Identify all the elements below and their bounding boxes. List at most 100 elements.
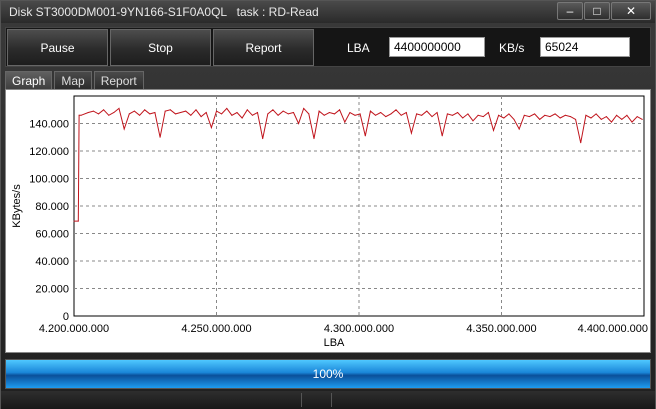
data-point [113, 112, 115, 113]
data-point [498, 114, 500, 116]
data-point [303, 107, 305, 109]
data-point [595, 113, 597, 115]
data-point [246, 109, 248, 111]
data-point [298, 123, 300, 124]
y-tick-label: 100.000 [29, 174, 69, 186]
progress-bar: 100% [5, 359, 651, 389]
minimize-button[interactable]: – [557, 2, 583, 20]
data-point [221, 113, 223, 115]
data-point [436, 112, 438, 113]
progress-label: 100% [312, 367, 344, 381]
data-point [513, 118, 515, 120]
status-bar [1, 391, 655, 409]
data-point [611, 121, 613, 123]
data-point [544, 114, 546, 116]
data-point [636, 116, 638, 118]
stop-button[interactable]: Stop [110, 29, 211, 66]
data-point [631, 121, 633, 123]
data-point [380, 112, 382, 113]
data-point [482, 116, 484, 118]
data-point [154, 112, 156, 113]
window-title: Disk ST3000DM001-9YN166-S1F0A0QL task : … [9, 5, 319, 19]
graph-panel: 0 20.000 40.000 60.000 80.000 100.000 120.000 1… [5, 89, 651, 353]
x-tick-label: 4.200.000.000 [39, 323, 109, 335]
data-point [421, 114, 423, 116]
data-point [292, 112, 294, 113]
data-point [395, 109, 397, 111]
y-tick-label: 0 [63, 311, 69, 323]
data-point [200, 116, 202, 118]
y-tick-label: 40.000 [35, 256, 69, 268]
app-window: Disk ST3000DM001-9YN166-S1F0A0QL task : … [0, 0, 656, 409]
data-point [621, 118, 623, 120]
data-point [118, 107, 120, 109]
data-point [133, 110, 135, 112]
x-axis-ticks: 4.200.000.000 4.250.000.000 4.300.000.000 4… [39, 323, 648, 335]
data-point [523, 114, 525, 116]
data-point [580, 142, 582, 144]
data-point [446, 113, 448, 115]
data-point [272, 109, 274, 111]
data-point [282, 110, 284, 112]
data-point [185, 110, 187, 112]
close-button[interactable]: ✕ [611, 2, 651, 20]
report-button[interactable]: Report [213, 29, 314, 66]
data-point [369, 110, 371, 112]
data-point [549, 116, 551, 118]
data-point [554, 113, 556, 115]
tab-report[interactable]: Report [93, 71, 144, 89]
data-point [123, 128, 125, 130]
data-point [139, 114, 141, 116]
tab-graph[interactable]: Graph [5, 71, 53, 90]
y-axis-label: KBytes/s [11, 184, 23, 228]
data-point [216, 110, 217, 112]
data-point [308, 113, 310, 115]
title-bar[interactable]: Disk ST3000DM001-9YN166-S1F0A0QL task : … [1, 1, 655, 23]
data-point [641, 118, 643, 120]
data-point [364, 135, 366, 137]
data-point [359, 113, 361, 115]
data-point [73, 220, 75, 222]
data-point [534, 113, 536, 115]
kbs-field[interactable] [540, 37, 630, 57]
data-point [323, 114, 325, 116]
data-point [257, 112, 259, 113]
pause-button[interactable]: Pause [7, 29, 108, 66]
data-point [539, 118, 541, 120]
y-tick-label: 20.000 [35, 284, 69, 296]
data-point [231, 114, 233, 116]
data-point [426, 110, 428, 112]
data-point [98, 113, 100, 115]
data-point [103, 109, 105, 111]
data-point [400, 114, 402, 116]
view-tabs: Graph Map Report [5, 71, 146, 90]
data-point [169, 109, 171, 111]
data-point [339, 109, 341, 111]
data-point [569, 116, 571, 118]
data-point [508, 113, 510, 115]
status-separator [301, 393, 302, 407]
maximize-icon: □ [593, 4, 601, 18]
window-controls: – □ ✕ [556, 2, 651, 20]
data-point [405, 112, 407, 113]
data-point [128, 113, 130, 115]
y-tick-label: 80.000 [35, 201, 69, 213]
data-point [605, 116, 607, 118]
maximize-button[interactable]: □ [584, 2, 610, 20]
y-tick-label: 60.000 [35, 229, 69, 241]
minimize-icon: – [566, 4, 574, 18]
data-point [318, 110, 320, 112]
y-tick-label: 120.000 [29, 146, 69, 158]
data-point [441, 135, 443, 137]
data-point [262, 138, 264, 140]
tab-map[interactable]: Map [54, 71, 92, 89]
data-point [462, 117, 464, 119]
data-point [590, 117, 592, 119]
data-point [87, 112, 89, 113]
data-point [487, 112, 489, 113]
lba-field[interactable] [389, 37, 485, 57]
close-icon: ✕ [625, 4, 637, 18]
data-point [375, 114, 377, 116]
data-point [108, 114, 110, 116]
data-point [354, 114, 356, 116]
